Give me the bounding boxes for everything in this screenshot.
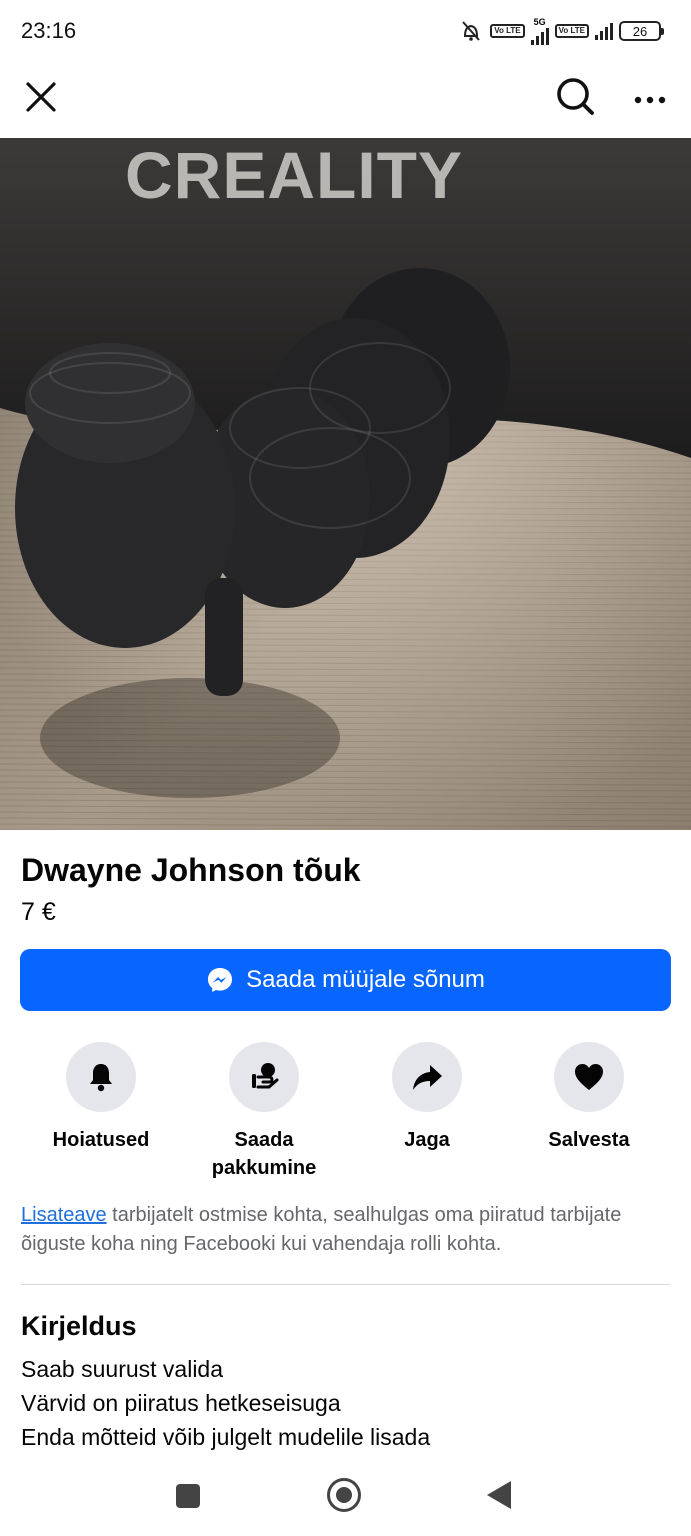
divider [21,1284,670,1285]
signal-5g: 5G [530,16,549,45]
message-seller-button[interactable]: Saada müüjale sõnum [20,949,671,1011]
volte-badge-1: Vo LTE [490,24,525,38]
consumer-info-text: tarbijatelt ostmise kohta, sealhulgas om… [21,1204,622,1255]
make-offer-label: Saada pakkumine [211,1129,317,1179]
listing-price: 7 € [21,898,56,926]
recents-button[interactable] [176,1484,200,1508]
more-options-button[interactable] [630,80,670,120]
make-offer-action[interactable]: Saada pakkumine [183,1042,345,1182]
share-label: Jaga [404,1129,450,1151]
make-offer-circle[interactable] [229,1042,299,1112]
description-line: Saab suurust valida [21,1356,224,1382]
photo-brand-text: CREALITY [125,138,463,212]
home-button[interactable] [327,1478,361,1512]
listing-photo[interactable]: CREALITY [0,138,691,830]
alerts-action[interactable]: Hoiatused [20,1042,182,1154]
listing-title: Dwayne Johnson tõuk [21,852,361,888]
photo-drawing: CREALITY [0,138,691,830]
battery-indicator: 26 [619,21,664,41]
share-circle[interactable] [392,1042,462,1112]
close-icon [26,82,56,112]
heart-icon [575,1064,603,1090]
system-nav-bar [0,1456,691,1536]
share-icon [413,1065,442,1090]
top-bar [0,62,691,138]
status-bar: 23:16 Vo LTE 5G Vo LTE 26 [0,0,691,62]
description-title: Kirjeldus [21,1311,137,1341]
consumer-info: Lisateave tarbijatelt ostmise kohta, sea… [21,1201,661,1259]
muted-notifications-icon [462,21,480,41]
status-time: 23:16 [21,18,77,43]
save-action[interactable]: Salvesta [508,1042,670,1154]
volte-badge-2: Vo LTE [554,24,589,38]
close-button[interactable] [22,78,60,116]
alerts-circle[interactable] [66,1042,136,1112]
offer-icon [252,1063,279,1089]
more-icon [634,96,666,104]
description-line: Värvid on piiratus hetkeseisuga [21,1390,341,1416]
action-row: Hoiatused Saada pakkumine Jaga Salvesta [0,1042,691,1192]
share-action[interactable]: Jaga [346,1042,508,1154]
status-icons: Vo LTE 5G Vo LTE 26 [458,16,664,46]
description-line: Enda mõtteid võib julgelt mudelile lisad… [21,1424,431,1450]
learn-more-link[interactable]: Lisateave [21,1204,107,1226]
bell-icon [90,1064,112,1092]
save-label: Salvesta [548,1129,630,1151]
search-icon [557,78,594,115]
signal-bars-1-icon [530,27,549,45]
search-button[interactable] [553,74,597,118]
message-seller-label: Saada müüjale sõnum [246,966,485,993]
back-button[interactable] [487,1481,511,1509]
save-circle[interactable] [554,1042,624,1112]
alerts-label: Hoiatused [52,1129,150,1151]
messenger-icon [208,968,233,992]
description-text: Saab suurust valida Värvid on piiratus h… [21,1352,430,1454]
network-type: 5G [533,16,546,27]
marketplace-listing-page: 23:16 Vo LTE 5G Vo LTE 26 CREALITY Dwayn… [0,0,691,1536]
signal-bars-2-icon [595,22,613,40]
